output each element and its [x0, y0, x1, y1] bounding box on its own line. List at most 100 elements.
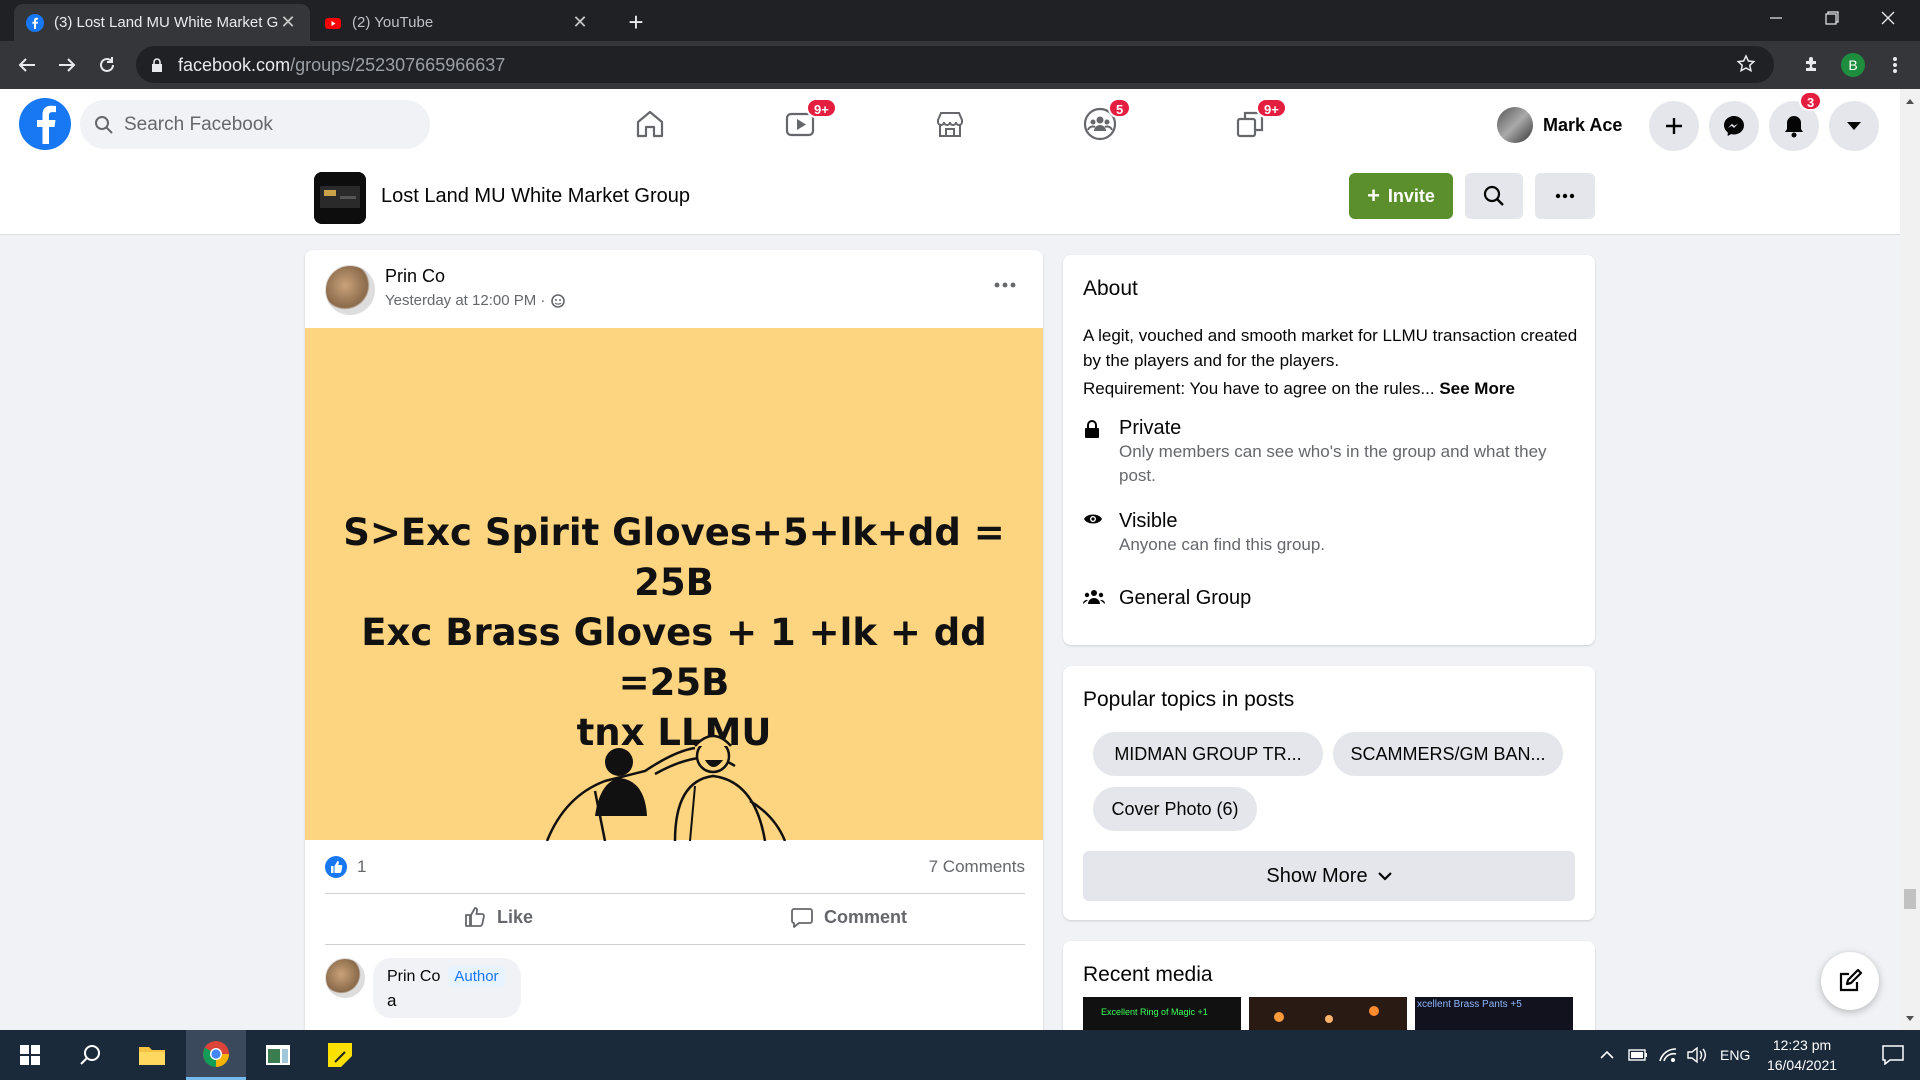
group-type-row: General Group	[1083, 587, 1251, 610]
file-explorer-button[interactable]	[122, 1030, 182, 1080]
account-menu-button[interactable]	[1829, 101, 1879, 151]
post-author-avatar[interactable]	[325, 265, 375, 315]
commenter-avatar[interactable]	[325, 958, 365, 998]
profile-avatar[interactable]: B	[1841, 53, 1865, 77]
visibility-row: Visible Anyone can find this group.	[1083, 510, 1579, 557]
tab-youtube[interactable]: (2) YouTube ✕	[312, 4, 602, 41]
privacy-title: Private	[1119, 417, 1182, 439]
thumbs-up-icon	[465, 907, 485, 927]
group-name[interactable]: Lost Land MU White Market Group	[381, 185, 690, 208]
group-search-button[interactable]	[1465, 173, 1523, 219]
lock-icon	[1083, 417, 1119, 488]
search-icon	[80, 1045, 100, 1065]
folder-icon	[139, 1047, 165, 1065]
visibility-title: Visible	[1119, 510, 1178, 532]
reload-icon[interactable]	[92, 50, 122, 80]
new-message-button[interactable]	[1821, 952, 1879, 1010]
chrome-icon	[203, 1040, 230, 1067]
minimize-icon[interactable]	[1748, 0, 1804, 36]
battery-icon	[1628, 1049, 1647, 1061]
volume-icon	[1687, 1047, 1706, 1063]
like-reaction-icon[interactable]	[325, 856, 347, 878]
post-image[interactable]: S>Exc Spirit Gloves+5+lk+dd = 25B Exc Br…	[305, 328, 1043, 841]
group-thumbnail[interactable]	[314, 172, 366, 224]
post-image-text: S>Exc Spirit Gloves+5+lk+dd = 25B Exc Br…	[343, 511, 1005, 754]
post-author-name[interactable]: Prin Co	[385, 266, 445, 287]
facebook-favicon-icon	[26, 13, 44, 32]
watch-badge: 9+	[806, 98, 837, 118]
invite-button[interactable]: + Invite	[1349, 173, 1453, 219]
system-tray: ENG	[1600, 1030, 1750, 1080]
language-indicator[interactable]: ENG	[1720, 1047, 1750, 1063]
taskbar-clock[interactable]: 12:23 pm 16/04/2021	[1752, 1035, 1852, 1075]
like-button[interactable]: Like	[463, 896, 533, 938]
create-button[interactable]	[1649, 101, 1699, 151]
tab-facebook[interactable]: (3) Lost Land MU White Market G ✕	[14, 4, 310, 41]
notifications-button[interactable]: 3	[1769, 91, 1823, 151]
search-bar[interactable]: Search Facebook	[80, 100, 430, 149]
chrome-taskbar-button[interactable]	[186, 1030, 246, 1080]
marketplace-nav-icon[interactable]	[926, 102, 974, 146]
post-options-icon[interactable]	[985, 270, 1025, 300]
scrollbar-thumb[interactable]	[1904, 889, 1916, 909]
page-scrollbar[interactable]	[1900, 89, 1920, 1030]
compose-icon	[1839, 968, 1863, 992]
divider	[325, 893, 1025, 894]
browser-menu-icon[interactable]	[1880, 50, 1910, 80]
user-profile-link[interactable]: Mark Ace	[1497, 105, 1622, 145]
sticky-notes-button[interactable]	[310, 1030, 370, 1080]
friends-illustration	[545, 726, 815, 841]
show-more-button[interactable]: Show More	[1083, 851, 1575, 901]
close-tab-icon[interactable]: ✕	[570, 12, 590, 33]
user-avatar	[1497, 107, 1533, 143]
facebook-logo-icon[interactable]	[19, 98, 71, 150]
action-center-icon	[1882, 1045, 1904, 1065]
close-window-icon[interactable]	[1860, 0, 1916, 36]
notification-center-button[interactable]	[1866, 1030, 1920, 1080]
groups-nav-icon[interactable]: 5	[1076, 98, 1132, 146]
gaming-badge: 9+	[1256, 98, 1287, 118]
group-more-button[interactable]	[1535, 173, 1595, 219]
commenter-name[interactable]: Prin Co	[387, 968, 440, 986]
popular-topics-card: Popular topics in posts MIDMAN GROUP TR.…	[1063, 666, 1595, 920]
extensions-icon[interactable]	[1797, 50, 1827, 80]
chevron-down-icon	[1377, 872, 1392, 881]
topics-title: Popular topics in posts	[1083, 688, 1295, 711]
reaction-count[interactable]: 1	[357, 857, 366, 877]
home-nav-icon[interactable]	[626, 102, 674, 146]
groups-badge: 5	[1108, 98, 1132, 118]
app-taskbar-button[interactable]	[248, 1030, 308, 1080]
topic-chip[interactable]: Cover Photo (6)	[1093, 787, 1257, 831]
lock-icon[interactable]	[150, 57, 164, 73]
back-icon[interactable]	[12, 50, 42, 80]
taskbar-search-button[interactable]	[60, 1030, 120, 1080]
people-icon	[1083, 587, 1119, 610]
window-app-icon	[266, 1045, 290, 1065]
address-bar[interactable]: facebook.com/groups/252307665966637	[136, 46, 1774, 83]
plus-icon: +	[1367, 183, 1380, 208]
visibility-description: Anyone can find this group.	[1119, 535, 1326, 554]
post-reactions-bar: 1 7 Comments	[325, 850, 1025, 884]
post-timestamp[interactable]: Yesterday at 12:00 PM ·	[385, 292, 566, 309]
watch-nav-icon[interactable]: 9+	[776, 98, 837, 146]
gaming-nav-icon[interactable]: 9+	[1226, 98, 1287, 146]
youtube-favicon-icon	[324, 14, 342, 32]
messenger-icon	[1724, 116, 1744, 136]
topic-chip[interactable]: MIDMAN GROUP TR...	[1093, 732, 1323, 776]
bookmark-star-icon[interactable]	[1736, 54, 1756, 74]
close-tab-icon[interactable]: ✕	[278, 12, 298, 33]
restore-icon[interactable]	[1804, 0, 1860, 36]
new-tab-button[interactable]: +	[622, 7, 650, 37]
start-button[interactable]	[0, 1030, 60, 1080]
sticky-notes-icon	[328, 1043, 352, 1067]
group-header: Lost Land MU White Market Group + Invite	[0, 160, 1900, 235]
eye-icon	[1083, 510, 1119, 557]
comments-count[interactable]: 7 Comments	[929, 857, 1025, 877]
search-placeholder: Search Facebook	[124, 113, 273, 135]
comment-button[interactable]: Comment	[790, 896, 907, 938]
about-title: About	[1083, 277, 1138, 300]
topic-chip[interactable]: SCAMMERS/GM BAN...	[1333, 732, 1563, 776]
messenger-button[interactable]	[1709, 101, 1759, 151]
see-more-link[interactable]: See More	[1439, 379, 1515, 398]
forward-icon[interactable]	[52, 50, 82, 80]
